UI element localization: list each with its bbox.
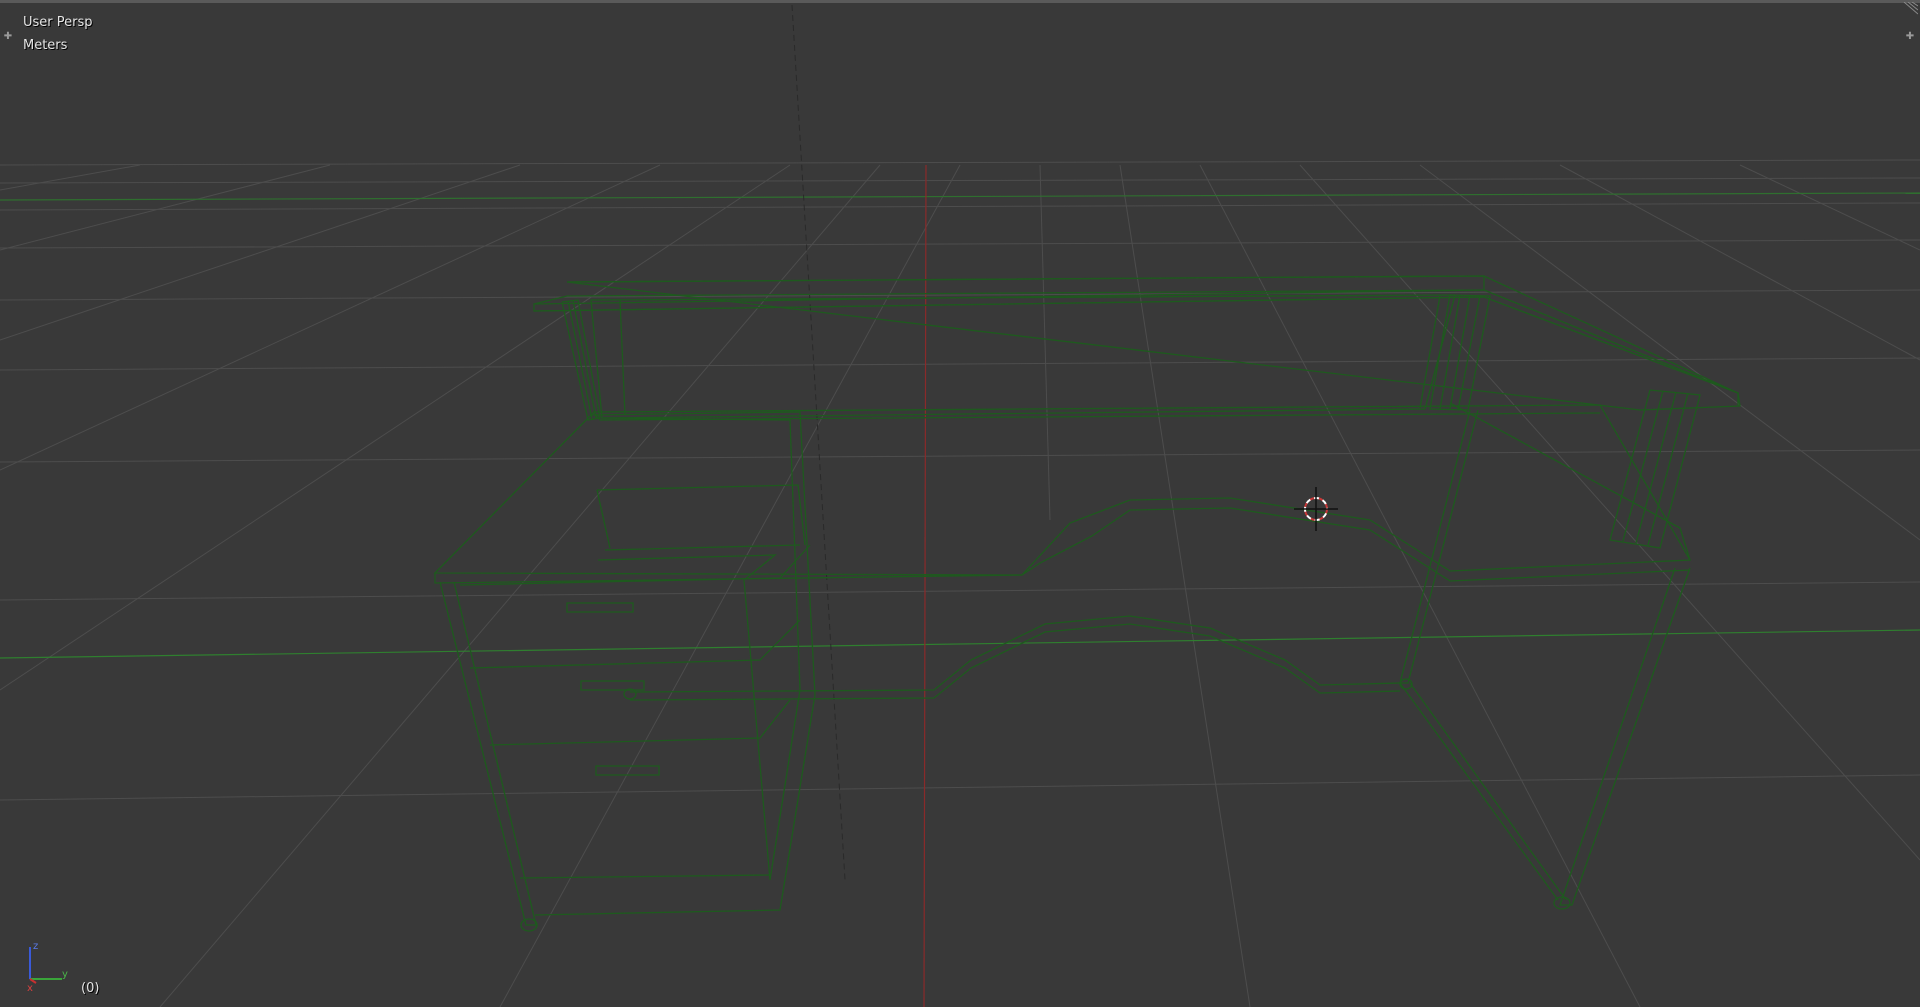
leg-front-right: [1559, 567, 1691, 906]
y-axis-line: [0, 192, 1920, 201]
desk-wireframe[interactable]: [433, 275, 1741, 932]
x-axis-line: [923, 164, 927, 1007]
area-split-icon[interactable]: [1898, 2, 1918, 18]
scene-canvas[interactable]: [0, 0, 1920, 1007]
drawer-handle-2: [580, 680, 645, 691]
gizmo-x-label: x: [27, 983, 33, 993]
hutch-post-far-right: [1609, 389, 1701, 549]
drawer-cabinet: [459, 411, 816, 916]
floor-grid: [0, 159, 1920, 1007]
hutch-post-left: [561, 299, 601, 421]
gizmo-z-label: z: [33, 941, 38, 952]
plus-icon[interactable]: ✚: [1904, 31, 1916, 43]
view-name-label: User Persp: [23, 15, 93, 30]
drawer-handle-1: [566, 602, 634, 613]
hutch-frame: [590, 294, 1456, 419]
y-axis-line-near: [0, 629, 1920, 659]
axis-gizmo-icon: z y x: [27, 941, 68, 993]
leg-front-left: [439, 581, 537, 926]
camera-guide-line: [791, 4, 846, 881]
units-label: Meters: [23, 38, 68, 53]
frame-number-label: (0): [81, 981, 100, 996]
3d-viewport[interactable]: ✚ ✚ User Persp Meters (0) z y x: [0, 0, 1920, 1007]
gizmo-y-label: y: [62, 969, 68, 980]
plus-icon[interactable]: ✚: [2, 31, 14, 43]
hutch-post-right: [1429, 294, 1491, 411]
